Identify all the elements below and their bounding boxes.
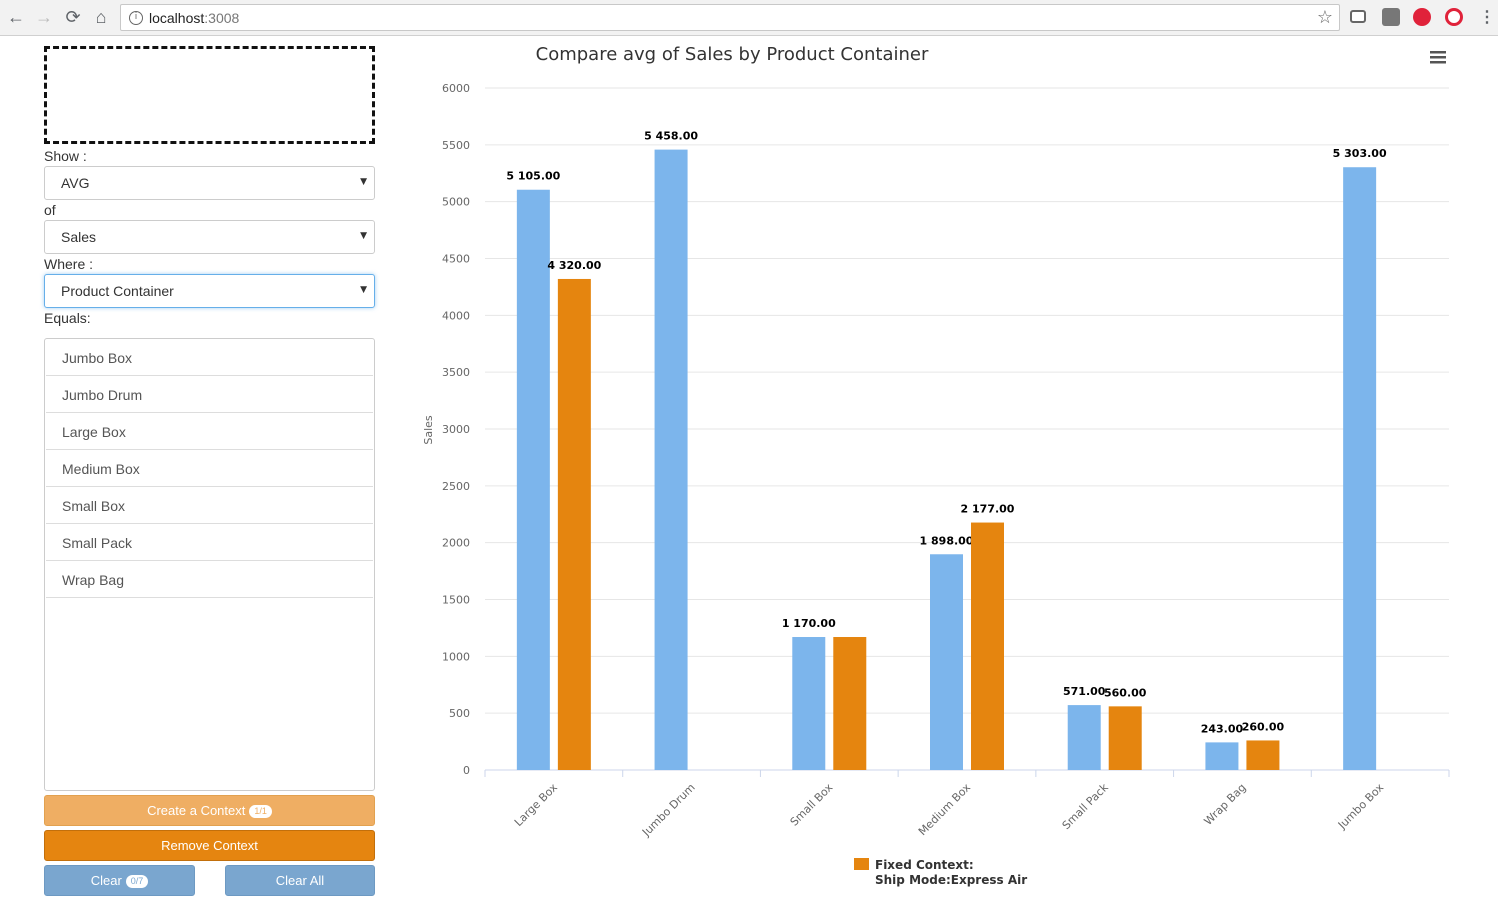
data-label: 560.00 [1104, 686, 1147, 699]
list-item[interactable]: Jumbo Box [46, 339, 373, 376]
remove-context-button[interactable]: Remove Context [44, 830, 375, 861]
legend-swatch [854, 858, 869, 870]
measure-select[interactable]: Sales ▼ [44, 220, 375, 254]
bar[interactable] [1205, 742, 1239, 770]
y-tick-label: 0 [463, 764, 470, 777]
data-label: 260.00 [1242, 720, 1285, 733]
back-icon[interactable]: ← [5, 6, 27, 28]
info-icon[interactable]: i [129, 11, 143, 25]
bar[interactable] [1343, 167, 1377, 771]
equals-label: Equals: [44, 310, 91, 326]
aggregate-select[interactable]: AVG ▼ [44, 166, 375, 200]
y-tick-label: 4500 [442, 253, 470, 266]
x-tick-label: Large Box [512, 781, 560, 829]
x-tick-label: Jumbo Drum [639, 781, 698, 840]
y-axis-label: Sales [422, 415, 435, 445]
x-tick-label: Jumbo Box [1335, 781, 1387, 833]
list-item[interactable]: Small Pack [46, 524, 373, 561]
list-item[interactable]: Jumbo Drum [46, 376, 373, 413]
x-tick-label: Wrap Bag [1202, 781, 1249, 828]
data-label: 5 105.00 [506, 170, 560, 183]
cast-icon[interactable] [1350, 10, 1366, 23]
y-tick-label: 5500 [442, 139, 470, 152]
bar[interactable] [1246, 740, 1280, 770]
address-bar[interactable]: i localhost:3008 ☆ [120, 4, 1340, 31]
data-label: 5 303.00 [1333, 147, 1387, 160]
y-tick-label: 1500 [442, 594, 470, 607]
bar[interactable] [516, 189, 550, 770]
dimension-select[interactable]: Product Container ▼ [44, 274, 375, 308]
y-tick-label: 500 [449, 707, 470, 720]
list-item[interactable]: Small Box [46, 487, 373, 524]
list-item[interactable]: Large Box [46, 413, 373, 450]
bar[interactable] [1067, 705, 1101, 770]
x-tick-label: Small Box [788, 781, 836, 829]
list-item[interactable]: Medium Box [46, 450, 373, 487]
x-tick-label: Small Pack [1060, 780, 1112, 832]
y-tick-label: 2000 [442, 537, 470, 550]
home-icon[interactable]: ⌂ [90, 6, 112, 28]
clear-all-button[interactable]: Clear All [225, 865, 375, 896]
drop-zone[interactable] [44, 46, 375, 144]
chevron-down-icon: ▼ [360, 285, 367, 295]
bookmark-star-icon[interactable]: ☆ [1317, 7, 1333, 28]
opera-icon[interactable] [1445, 8, 1463, 26]
aggregate-select-value: AVG [61, 175, 90, 191]
data-label: 4 320.00 [547, 259, 601, 272]
extension-icon[interactable] [1382, 8, 1400, 26]
y-tick-label: 5000 [442, 196, 470, 209]
y-tick-label: 3000 [442, 423, 470, 436]
forward-icon[interactable]: → [33, 6, 55, 28]
create-context-badge: 1/1 [249, 805, 272, 818]
create-context-button[interactable]: Create a Context 1/1 [44, 795, 375, 826]
chevron-down-icon: ▼ [360, 177, 367, 187]
where-label: Where : [44, 256, 94, 272]
data-label: 1 170.00 [782, 617, 836, 630]
dimension-select-value: Product Container [61, 283, 174, 299]
data-label: 1 898.00 [920, 534, 974, 547]
reload-icon[interactable]: ⟳ [62, 6, 84, 28]
list-item[interactable]: Wrap Bag [46, 561, 373, 598]
menu-kebab-icon[interactable]: ⋮ [1476, 6, 1498, 28]
url-text: localhost:3008 [149, 10, 240, 26]
create-context-label: Create a Context [147, 803, 246, 818]
data-label: 571.00 [1063, 685, 1106, 698]
legend-line-2: Ship Mode:Express Air [875, 873, 1027, 887]
bar[interactable] [971, 522, 1004, 770]
legend-line-1: Fixed Context: [875, 858, 974, 872]
bar[interactable] [930, 554, 963, 770]
show-label: Show : [44, 148, 87, 164]
remove-context-label: Remove Context [161, 838, 258, 853]
chart-title: Compare avg of Sales by Product Containe… [536, 44, 929, 65]
y-tick-label: 3500 [442, 366, 470, 379]
y-tick-label: 1000 [442, 650, 470, 663]
clear-button[interactable]: Clear 0/7 [44, 865, 195, 896]
chart-legend[interactable]: Fixed Context: Ship Mode:Express Air [854, 858, 1027, 887]
bar[interactable] [557, 278, 591, 770]
y-tick-label: 4000 [442, 309, 470, 322]
y-tick-label: 6000 [442, 82, 470, 95]
chart-menu-icon[interactable] [1430, 51, 1446, 64]
of-label: of [44, 202, 56, 218]
extension-red-icon[interactable] [1413, 8, 1431, 26]
data-label: 243.00 [1201, 722, 1244, 735]
values-list[interactable]: Jumbo Box Jumbo Drum Large Box Medium Bo… [44, 338, 375, 791]
y-tick-label: 2500 [442, 480, 470, 493]
chart-svg: Compare avg of Sales by Product Containe… [422, 44, 1450, 887]
bar[interactable] [792, 637, 826, 770]
measure-select-value: Sales [61, 229, 97, 245]
data-label: 2 177.00 [961, 503, 1015, 516]
browser-toolbar: ← → ⟳ ⌂ i localhost:3008 ☆ ⋮ [0, 0, 1498, 36]
data-label: 5 458.00 [644, 130, 698, 143]
x-tick-label: Medium Box [916, 781, 974, 839]
clear-all-label: Clear All [275, 873, 325, 888]
clear-badge: 0/7 [125, 875, 149, 888]
bar[interactable] [1108, 706, 1142, 770]
chevron-down-icon: ▼ [360, 231, 367, 241]
clear-label: Clear [90, 873, 122, 888]
bar[interactable] [833, 637, 867, 770]
bar[interactable] [654, 149, 688, 771]
bar-chart: Compare avg of Sales by Product Containe… [400, 36, 1498, 907]
